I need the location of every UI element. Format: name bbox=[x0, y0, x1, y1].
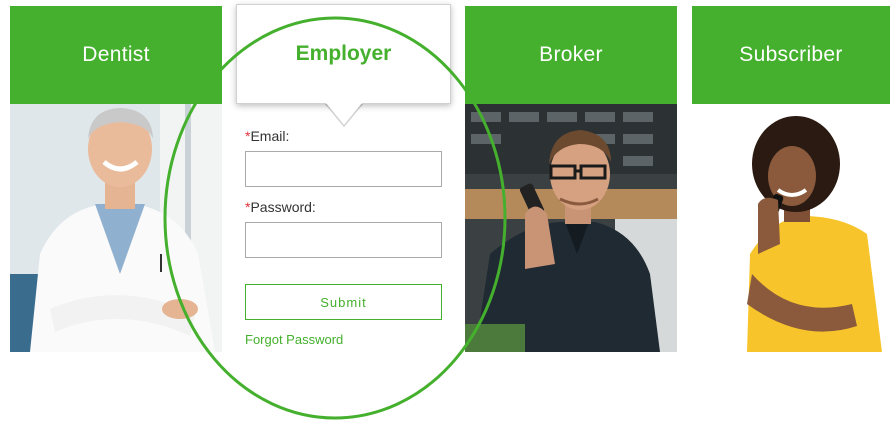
tile-dentist-label: Dentist bbox=[82, 43, 150, 66]
dentist-photo bbox=[10, 104, 222, 352]
password-label: *Password: bbox=[245, 199, 316, 215]
tile-employer-active[interactable]: Employer bbox=[236, 4, 451, 104]
submit-button[interactable]: Submit bbox=[245, 284, 442, 320]
password-field[interactable] bbox=[245, 222, 442, 258]
broker-photo bbox=[465, 104, 677, 352]
tile-dentist[interactable]: Dentist bbox=[10, 6, 222, 104]
employer-login-form: *Email: *Password: Submit Forgot Passwor… bbox=[245, 128, 442, 349]
subscriber-photo bbox=[692, 104, 890, 352]
employer-pointer bbox=[326, 103, 362, 125]
tile-broker[interactable]: Broker bbox=[465, 6, 677, 104]
email-label: *Email: bbox=[245, 128, 290, 144]
tile-employer-label: Employer bbox=[295, 42, 392, 65]
email-field[interactable] bbox=[245, 151, 442, 187]
tile-subscriber-label: Subscriber bbox=[739, 43, 843, 66]
tile-subscriber[interactable]: Subscriber bbox=[692, 6, 890, 104]
forgot-password-link[interactable]: Forgot Password bbox=[245, 332, 343, 347]
tile-broker-label: Broker bbox=[539, 43, 603, 66]
